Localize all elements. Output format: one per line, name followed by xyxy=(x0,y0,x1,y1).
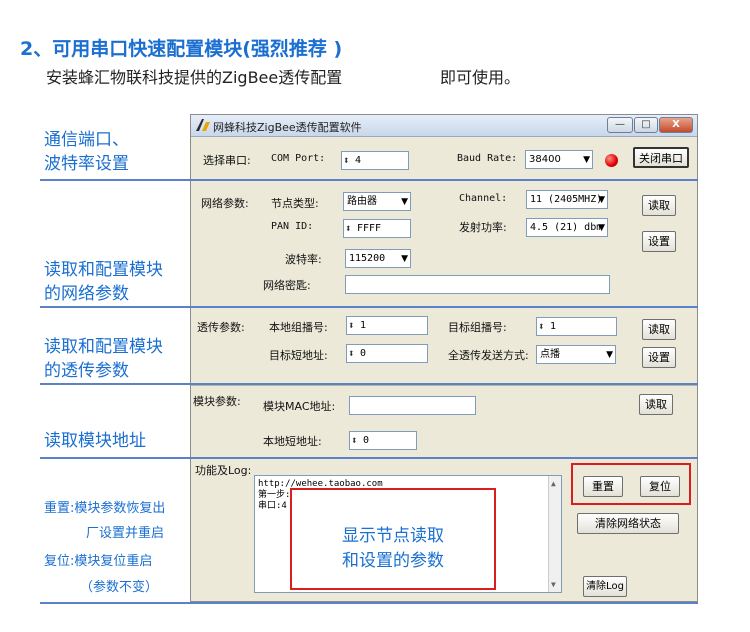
chevron-down-icon: ▼ xyxy=(401,254,408,264)
node-type-label: 节点类型: xyxy=(271,197,319,210)
label-reset-line4: （参数不变） xyxy=(80,580,159,595)
select-port-label: 选择串口: xyxy=(203,154,251,167)
network-baud-select[interactable]: 115200 ▼ xyxy=(345,249,411,268)
maximize-button[interactable]: □ xyxy=(634,117,658,133)
page-subtitle: 安装蜂汇物联科技提供的ZigBee透传配置 xyxy=(46,68,343,87)
label-reset-line3: 复位:模块复位重启 xyxy=(44,554,153,569)
label-network-line2: 的网络参数 xyxy=(44,284,129,304)
pan-id-label: PAN ID: xyxy=(271,221,314,232)
network-baud-label: 波特率: xyxy=(285,253,322,266)
divider xyxy=(40,306,698,308)
label-address: 读取模块地址 xyxy=(44,431,146,451)
divider xyxy=(191,385,697,386)
com-port-label: COM Port: xyxy=(271,153,326,164)
highlight-box xyxy=(571,463,691,505)
label-serial-line2: 波特率设置 xyxy=(44,154,129,174)
log-scrollbar[interactable]: ▲ ▼ xyxy=(548,476,561,592)
local-group-stepper[interactable]: 1 xyxy=(346,316,428,335)
channel-value: 11 (2405MHZ) xyxy=(530,194,603,205)
clear-log-button[interactable]: 清除Log xyxy=(583,576,627,597)
local-short-address-label: 本地短地址: xyxy=(263,435,322,448)
node-type-select[interactable]: 路由器 ▼ xyxy=(343,192,411,211)
local-group-label: 本地组播号: xyxy=(269,321,328,334)
close-window-button[interactable]: X xyxy=(659,117,693,133)
label-reset-line1: 重置:模块参数恢复出 xyxy=(44,501,166,516)
target-group-label: 目标组播号: xyxy=(448,321,507,334)
send-mode-label: 全透传发送方式: xyxy=(448,349,529,362)
page-title: 2、可用串口快速配置模块(强烈推荐 ) xyxy=(20,38,343,60)
scroll-down-icon: ▼ xyxy=(551,580,556,589)
bee-logo-icon xyxy=(196,119,210,131)
annotation-line: 显示节点读取 xyxy=(342,526,444,546)
network-key-field[interactable] xyxy=(345,275,610,294)
channel-label: Channel: xyxy=(459,193,508,204)
baud-rate-select[interactable]: 38400 ▼ xyxy=(525,150,593,169)
divider xyxy=(40,457,698,459)
mac-address-field[interactable] xyxy=(349,396,476,415)
tx-power-label: 发射功率: xyxy=(459,221,507,234)
network-read-button[interactable]: 读取 xyxy=(642,195,676,216)
clear-network-button[interactable]: 清除网络状态 xyxy=(577,513,679,534)
transparent-read-button[interactable]: 读取 xyxy=(642,319,676,340)
baud-rate-value: 38400 xyxy=(529,154,561,165)
node-type-value: 路由器 xyxy=(347,196,377,207)
transparent-set-button[interactable]: 设置 xyxy=(642,347,676,368)
network-params-label: 网络参数: xyxy=(201,197,249,210)
chevron-down-icon: ▼ xyxy=(606,350,613,360)
divider xyxy=(40,179,698,181)
annotation-line: 和设置的参数 xyxy=(342,551,444,571)
label-transparent-line1: 读取和配置模块 xyxy=(44,337,163,357)
label-reset-line2: 厂设置并重启 xyxy=(86,526,165,541)
annotation-text: 显示节点读取 和设置的参数 xyxy=(290,524,496,574)
divider xyxy=(40,383,698,385)
transparent-params-label: 透传参数: xyxy=(197,321,245,334)
port-status-indicator xyxy=(605,154,618,167)
page-subtitle-suffix: 即可使用。 xyxy=(440,68,521,87)
tx-power-value: 4.5 (21) dbm xyxy=(530,222,603,233)
local-short-address-stepper[interactable]: 0 xyxy=(349,431,417,450)
mac-address-label: 模块MAC地址: xyxy=(263,400,336,413)
target-group-stepper[interactable]: 1 xyxy=(536,317,617,336)
label-transparent-line2: 的透传参数 xyxy=(44,361,129,381)
log-section-label: 功能及Log: xyxy=(195,464,252,477)
tx-power-select[interactable]: 4.5 (21) dbm ▼ xyxy=(526,218,608,237)
network-baud-value: 115200 xyxy=(349,253,386,264)
window-title: 网蜂科技ZigBee透传配置软件 xyxy=(213,121,362,134)
send-mode-select[interactable]: 点播 ▼ xyxy=(536,345,616,364)
label-serial-line1: 通信端口、 xyxy=(44,130,129,150)
annotation-callout: 显示节点读取 和设置的参数 xyxy=(290,488,496,590)
window-titlebar[interactable]: 网蜂科技ZigBee透传配置软件 — □ X xyxy=(191,115,697,137)
close-port-button[interactable]: 关闭串口 xyxy=(633,147,689,168)
send-mode-value: 点播 xyxy=(540,349,560,360)
label-network-line1: 读取和配置模块 xyxy=(44,260,163,280)
com-port-stepper[interactable]: 4 xyxy=(341,151,409,170)
network-key-label: 网络密匙: xyxy=(263,279,311,292)
network-set-button[interactable]: 设置 xyxy=(642,231,676,252)
minimize-button[interactable]: — xyxy=(607,117,633,133)
pan-id-stepper[interactable]: FFFF xyxy=(343,219,411,238)
target-short-stepper[interactable]: 0 xyxy=(346,344,428,363)
chevron-down-icon: ▼ xyxy=(598,223,605,233)
target-short-label: 目标短地址: xyxy=(269,349,328,362)
chevron-down-icon: ▼ xyxy=(583,155,590,165)
scroll-up-icon: ▲ xyxy=(551,479,556,488)
chevron-down-icon: ▼ xyxy=(598,195,605,205)
divider xyxy=(40,602,698,604)
chevron-down-icon: ▼ xyxy=(401,197,408,207)
module-params-label: 模块参数: xyxy=(193,395,241,408)
module-read-button[interactable]: 读取 xyxy=(639,394,673,415)
channel-select[interactable]: 11 (2405MHZ) ▼ xyxy=(526,190,608,209)
baud-rate-label: Baud Rate: xyxy=(457,153,518,164)
